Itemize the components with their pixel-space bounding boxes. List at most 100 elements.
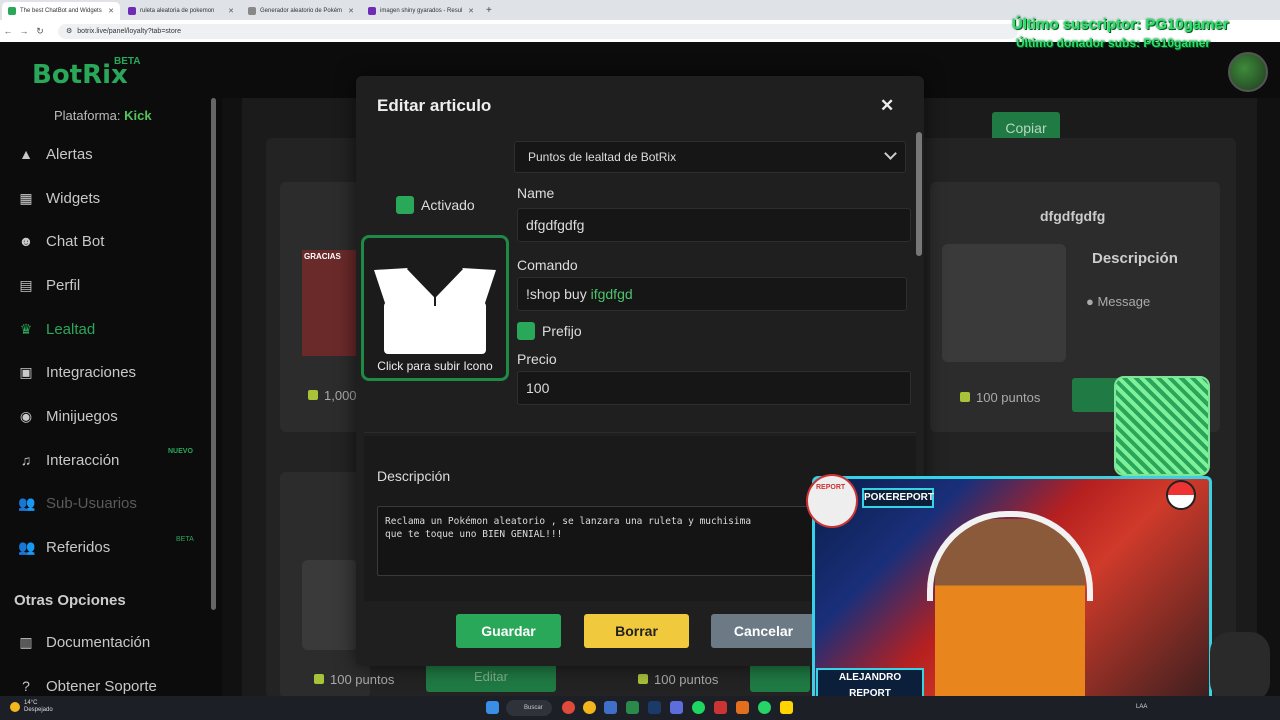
- avatar[interactable]: [1228, 52, 1268, 92]
- currency-select[interactable]: Puntos de lealtad de BotRix: [514, 141, 906, 173]
- new-tab-icon[interactable]: +: [486, 2, 492, 20]
- last-donor-overlay: Último donador subs: PG10gamer: [1016, 36, 1211, 50]
- item-thumbnail: GRACIAS: [302, 250, 358, 356]
- users-icon: 👥: [18, 495, 36, 511]
- sidebar-item-minijuegos[interactable]: ◉ Minijuegos: [18, 404, 118, 428]
- sun-icon: [10, 702, 20, 712]
- weather-widget[interactable]: 14°C Despejado: [24, 700, 53, 714]
- enabled-checkbox[interactable]: [396, 196, 414, 214]
- coin-icon: [314, 674, 324, 684]
- reload-icon[interactable]: ↻: [32, 26, 48, 37]
- sidebar-item-widgets[interactable]: ▦ Widgets: [18, 186, 100, 210]
- url-text: botrix.live/panel/loyalty?tab=store: [77, 27, 181, 35]
- app-icon[interactable]: [626, 701, 639, 714]
- beta-badge: BETA: [114, 56, 141, 67]
- new-badge: NUEVO: [168, 448, 193, 455]
- prefix-checkbox[interactable]: [517, 322, 535, 340]
- upload-label: Click para subir Icono: [377, 359, 493, 373]
- bell-icon: ▲: [19, 146, 33, 162]
- icon-upload-area[interactable]: Click para subir Icono: [361, 235, 509, 381]
- files-icon[interactable]: [604, 701, 617, 714]
- sidebar-item-sub-usuarios[interactable]: 👥 Sub-Usuarios: [18, 491, 137, 515]
- browser-tab-generador[interactable]: Generador aleatorio de Pokém ✕: [242, 2, 360, 20]
- url-field[interactable]: ⚙ botrix.live/panel/loyalty?tab=store: [58, 23, 1018, 39]
- description-textarea[interactable]: Reclama un Pokémon aleatorio , se lanzar…: [377, 506, 837, 576]
- item-points: 100 puntos: [960, 390, 1040, 405]
- item-points: 1,000: [308, 388, 357, 403]
- botrix-favicon-icon: [8, 7, 16, 15]
- enabled-label: Activado: [421, 197, 475, 213]
- edit-button[interactable]: [750, 662, 810, 692]
- divider: [364, 432, 916, 433]
- cancel-button[interactable]: Cancelar: [711, 614, 816, 648]
- windows-start-icon[interactable]: [486, 701, 499, 714]
- twitch-favicon-icon: [368, 7, 376, 15]
- avatar: REPORT: [806, 474, 858, 528]
- forward-icon[interactable]: →: [16, 26, 32, 36]
- id-card-icon: ▤: [19, 277, 33, 293]
- app-icon[interactable]: [736, 701, 749, 714]
- app-icon[interactable]: [562, 701, 575, 714]
- item-message: ● Message: [1086, 294, 1151, 309]
- close-icon[interactable]: ✕: [880, 96, 894, 116]
- app-icon[interactable]: [714, 701, 727, 714]
- language-indicator[interactable]: LAA: [1136, 704, 1147, 710]
- whatsapp-icon[interactable]: [758, 701, 771, 714]
- globe-favicon-icon: [248, 7, 256, 15]
- name-field[interactable]: dfgdfgdfg: [517, 208, 911, 242]
- site-info-icon[interactable]: ⚙: [66, 27, 72, 35]
- robot-icon: ☻: [18, 233, 34, 249]
- close-tab-icon[interactable]: ✕: [348, 7, 354, 15]
- platform-indicator: Plataforma: Kick: [54, 108, 152, 123]
- sidebar-item-alertas[interactable]: ▲ Alertas: [18, 142, 93, 166]
- command-field[interactable]: !shop buy ifgdfgd: [517, 277, 907, 311]
- coin-icon: [960, 392, 970, 402]
- pokeball-icon: [1166, 480, 1196, 510]
- beta-badge: BETA: [176, 536, 194, 543]
- price-label: Precio: [517, 351, 557, 367]
- trophy-icon: ♛: [19, 321, 33, 337]
- chrome-icon[interactable]: [583, 701, 596, 714]
- prefix-label: Prefijo: [542, 323, 582, 339]
- box-icon: [942, 244, 1066, 362]
- delete-button[interactable]: Borrar: [584, 614, 689, 648]
- save-button[interactable]: Guardar: [456, 614, 561, 648]
- browser-tab-botrix[interactable]: The best ChatBot and Widgets ✕: [2, 2, 120, 20]
- sidebar-item-referidos[interactable]: 👥 Referidos: [18, 535, 110, 559]
- help-icon: ?: [22, 678, 30, 694]
- price-field[interactable]: 100: [517, 371, 911, 405]
- browser-tab-ruleta[interactable]: ruleta aleatoria de pokemon ✕: [122, 2, 240, 20]
- sidebar-item-perfil[interactable]: ▤ Perfil: [18, 273, 80, 297]
- last-subscriber-overlay: Último suscriptor: PG10gamer: [1012, 16, 1229, 33]
- steam-icon[interactable]: [648, 701, 661, 714]
- discord-icon[interactable]: [670, 701, 683, 714]
- item-points: 100 puntos: [638, 672, 718, 687]
- integration-icon: ▣: [19, 364, 33, 380]
- item-desc-title: Descripción: [1092, 250, 1178, 267]
- mascot-sticker: [1210, 632, 1270, 702]
- name-label: Name: [517, 185, 555, 201]
- app-icon[interactable]: [780, 701, 793, 714]
- close-tab-icon[interactable]: ✕: [108, 7, 114, 15]
- modal-scrollbar[interactable]: [916, 132, 922, 256]
- sidebar-item-soporte[interactable]: ? Obtener Soporte: [18, 674, 157, 698]
- sidebar-scrollbar[interactable]: [211, 98, 216, 610]
- sidebar-item-documentacion[interactable]: ▥ Documentación: [18, 630, 150, 654]
- sidebar-item-interaccion[interactable]: ♫ Interacción: [18, 448, 120, 472]
- sidebar-item-lealtad[interactable]: ♛ Lealtad: [18, 317, 96, 341]
- coin-icon: [638, 674, 648, 684]
- browser-tab-imagen[interactable]: imagen shiny gyarados - Resul ✕: [362, 2, 480, 20]
- close-tab-icon[interactable]: ✕: [468, 7, 474, 15]
- edit-button[interactable]: Editar: [426, 662, 556, 692]
- sidebar-item-integraciones[interactable]: ▣ Integraciones: [18, 360, 136, 384]
- taskbar-search[interactable]: Buscar: [506, 700, 552, 716]
- back-icon[interactable]: ←: [0, 26, 16, 36]
- command-label: Comando: [517, 257, 578, 273]
- sidebar-item-chat-bot[interactable]: ☻ Chat Bot: [18, 229, 105, 253]
- close-tab-icon[interactable]: ✕: [228, 7, 234, 15]
- chevron-down-icon: [884, 147, 897, 160]
- spotify-icon[interactable]: [692, 701, 705, 714]
- book-icon: ▥: [19, 634, 33, 650]
- box-icon: [302, 560, 358, 650]
- item-points: 100 puntos: [314, 672, 394, 687]
